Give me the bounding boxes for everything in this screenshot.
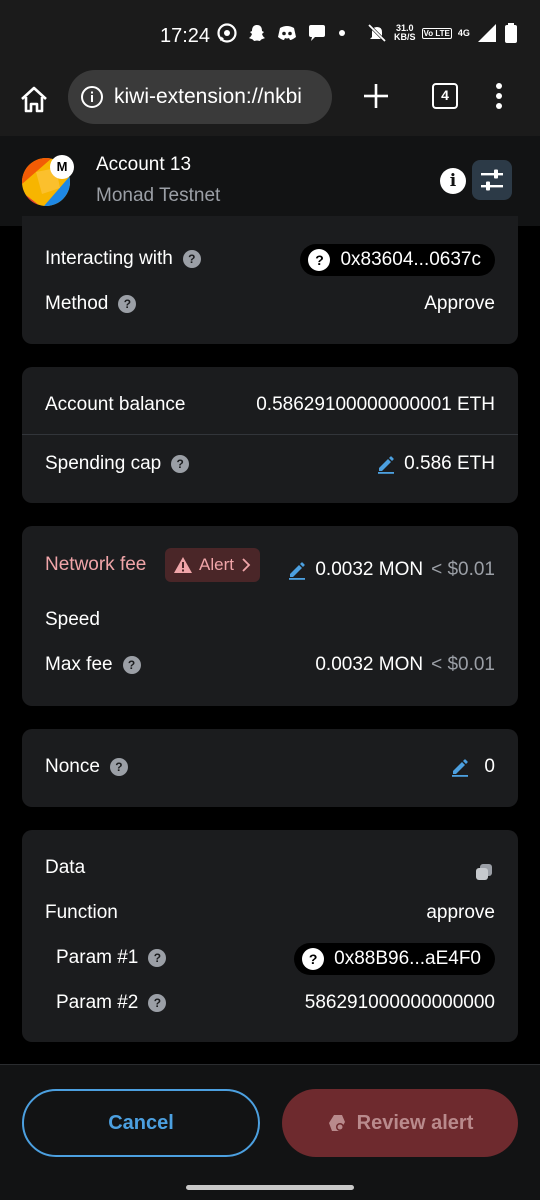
settings-sliders-icon[interactable] <box>472 160 512 200</box>
interacting-with-row: Interacting with ? <box>45 248 201 270</box>
bell-muted-icon <box>367 23 387 43</box>
divider <box>22 434 518 435</box>
network-fee-row: Network fee <box>45 554 146 576</box>
browser-toolbar: kiwi-extension://nkbi 4 <box>0 70 540 136</box>
help-icon[interactable]: ? <box>171 455 190 473</box>
new-tab-plus-icon[interactable] <box>362 82 390 110</box>
copy-icon[interactable] <box>473 861 495 883</box>
help-icon[interactable]: ? <box>109 758 128 776</box>
balance-card: Account balance 0.58629100000000001 ETH … <box>22 367 518 503</box>
dot-icon <box>339 30 345 36</box>
edit-icon[interactable] <box>287 560 307 580</box>
more-menu-icon[interactable] <box>495 82 503 110</box>
url-text[interactable]: kiwi-extension://nkbi <box>114 85 302 109</box>
function-label: Function <box>45 902 118 923</box>
chat-icon <box>309 25 325 41</box>
spending-cap-value-row: 0.586 ETH <box>376 453 495 475</box>
interacting-label: Interacting with <box>45 248 173 269</box>
alert-chip[interactable]: Alert <box>165 548 260 582</box>
nonce-value: 0 <box>484 756 495 777</box>
url-bar[interactable]: kiwi-extension://nkbi <box>68 70 332 124</box>
max-fee-value: 0.0032 MON <box>315 654 424 675</box>
interacting-address[interactable]: ? 0x83604...0637c <box>300 244 495 276</box>
review-alert-label: Review alert <box>356 1111 474 1134</box>
max-fee-value-row: 0.0032 MON < $0.01 <box>315 654 495 676</box>
system-indicators: 31.0 KB/S Vo LTE 4G <box>366 22 518 44</box>
address-pill[interactable]: ? 0x88B96...aE4F0 <box>294 943 495 975</box>
gesture-nav-handle[interactable] <box>186 1185 354 1190</box>
snapchat-icon <box>249 25 265 41</box>
network-fee-card: Network fee Alert 0.0032 MON < $0.01 Spe… <box>22 526 518 706</box>
home-icon[interactable] <box>18 84 50 116</box>
max-fee-row: Max fee ? <box>45 654 141 676</box>
help-icon[interactable]: ? <box>148 949 167 967</box>
info-icon[interactable] <box>80 85 104 109</box>
param2-row: Param #2 ? <box>56 992 167 1014</box>
discord-icon <box>278 26 296 40</box>
help-icon[interactable]: ? <box>118 295 137 313</box>
account-balance-label: Account balance <box>45 394 186 415</box>
battery-icon <box>504 23 517 43</box>
signal-icon <box>477 24 496 42</box>
network-fee-value-row: 0.0032 MON < $0.01 <box>287 559 495 581</box>
edit-icon[interactable] <box>376 454 396 474</box>
transaction-details-card: Interacting with ? ? 0x83604...0637c Met… <box>22 216 518 344</box>
network-name[interactable]: Monad Testnet <box>96 185 220 207</box>
chevron-right-icon <box>242 558 251 572</box>
account-name[interactable]: Account 13 <box>96 154 191 176</box>
nonce-card: Nonce ? 0 <box>22 729 518 807</box>
spending-cap-label: Spending cap <box>45 453 162 474</box>
edit-icon[interactable] <box>450 757 470 777</box>
param1-value[interactable]: ? 0x88B96...aE4F0 <box>294 943 495 975</box>
help-icon[interactable]: ? <box>148 994 167 1012</box>
spending-cap-value: 0.586 ETH <box>404 453 495 474</box>
help-icon[interactable]: ? <box>122 656 141 674</box>
info-icon[interactable]: i <box>440 168 466 194</box>
param1-row: Param #1 ? <box>56 947 167 969</box>
param1-address-text: 0x88B96...aE4F0 <box>334 948 481 969</box>
nonce-label: Nonce <box>45 756 100 777</box>
method-value: Approve <box>424 293 495 314</box>
alert-label: Alert <box>199 555 234 574</box>
param2-value: 586291000000000000 <box>304 992 495 1013</box>
network-badge: M <box>50 155 74 179</box>
max-fee-fiat: < $0.01 <box>431 654 495 675</box>
network-type: 4G <box>457 28 470 38</box>
function-value: approve <box>426 902 495 923</box>
nonce-row: Nonce ? <box>45 756 128 778</box>
network-fee-fiat: < $0.01 <box>431 559 495 580</box>
network-fee-value: 0.0032 MON <box>315 559 424 580</box>
help-icon[interactable]: ? <box>182 250 201 268</box>
speed-label: Speed <box>45 609 100 630</box>
max-fee-label: Max fee <box>45 654 113 675</box>
interacting-address-text: 0x83604...0637c <box>340 249 481 270</box>
review-alert-button[interactable]: Review alert <box>282 1089 518 1157</box>
spending-cap-row: Spending cap ? <box>45 453 190 475</box>
account-balance-value: 0.58629100000000001 ETH <box>256 394 495 415</box>
method-row: Method ? <box>45 293 137 315</box>
data-card: Data Function approve Param #1 ? ? 0x88B… <box>22 830 518 1042</box>
nonce-value-row: 0 <box>450 756 495 778</box>
cancel-button[interactable]: Cancel <box>22 1089 260 1157</box>
unknown-address-icon: ? <box>308 249 331 271</box>
data-label: Data <box>45 857 86 878</box>
address-pill[interactable]: ? 0x83604...0637c <box>300 244 495 276</box>
param1-label: Param #1 <box>56 947 139 968</box>
whatsapp-icon <box>217 23 237 43</box>
notification-icons <box>216 22 348 44</box>
account-header: Account 13 Monad Testnet i <box>0 136 540 226</box>
warning-icon <box>174 557 192 573</box>
alert-shield-icon <box>328 1115 345 1131</box>
method-label: Method <box>45 293 109 314</box>
network-fee-label: Network fee <box>45 554 147 575</box>
footer-actions: Cancel Review alert <box>0 1064 540 1200</box>
volte-badge: Vo LTE <box>421 27 452 39</box>
net-speed: 31.0 KB/S <box>394 23 416 42</box>
status-bar: 17:24 31.0 KB/S Vo LTE 4G <box>0 0 540 70</box>
param2-label: Param #2 <box>56 992 139 1013</box>
status-time: 17:24 <box>160 25 211 47</box>
tab-switcher-button[interactable]: 4 <box>432 83 458 109</box>
unknown-address-icon: ? <box>302 948 325 970</box>
